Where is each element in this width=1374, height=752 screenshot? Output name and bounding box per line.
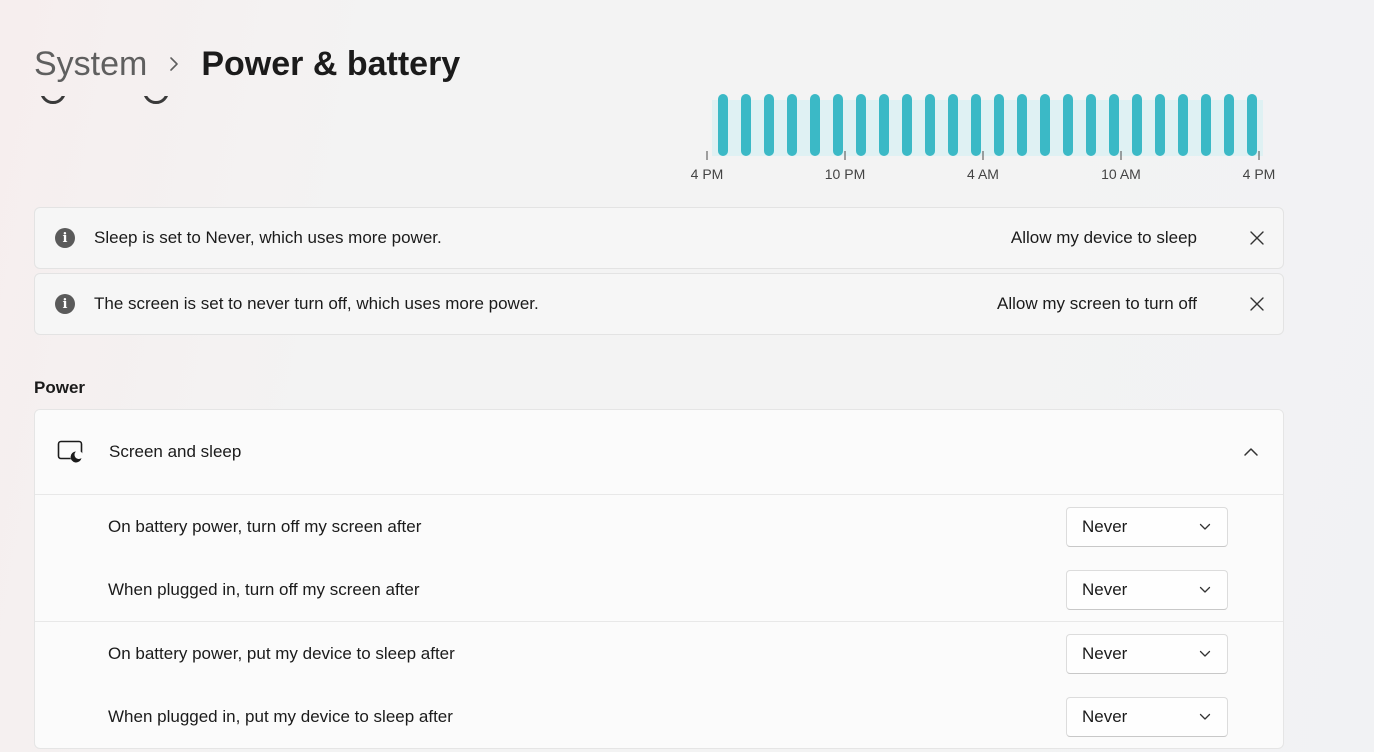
usage-bar [1063,94,1073,156]
battery-usage-chart: 4 PM 10 PM 4 AM 10 AM 4 PM [690,94,1280,190]
sleep-notice-message: Sleep is set to Never, which uses more p… [94,228,442,247]
battery-screen-off-dropdown[interactable]: Never [1066,506,1228,547]
screen-notice-message: The screen is set to never turn off, whi… [94,294,539,313]
chevron-down-icon [1199,708,1211,726]
usage-bar [787,94,797,156]
usage-bar [1040,94,1050,156]
usage-bar [1224,94,1234,156]
usage-bar [1247,94,1257,156]
usage-bar [1201,94,1211,156]
dropdown-value: Never [1082,643,1128,663]
setting-row-battery-sleep: On battery power, put my device to sleep… [35,622,1283,685]
dropdown-value: Never [1082,579,1128,599]
usage-bar [925,94,935,156]
axis-tick-label: 10 PM [824,166,866,182]
setting-label: On battery power, put my device to sleep… [108,643,455,663]
screen-and-sleep-card: Screen and sleep On battery power, turn … [34,409,1284,749]
usage-bar [971,94,981,156]
usage-bar [879,94,889,156]
usage-bar [741,94,751,156]
scrolled-off-icon [40,96,66,104]
usage-bar [1132,94,1142,156]
close-icon[interactable] [1247,294,1267,314]
usage-bar [1086,94,1096,156]
screen-sleep-icon [57,438,85,466]
usage-bar [718,94,728,156]
setting-label: When plugged in, turn off my screen afte… [108,579,420,599]
power-section-title: Power [34,378,86,397]
screen-and-sleep-header[interactable]: Screen and sleep [35,410,1283,495]
setting-row-plugged-sleep: When plugged in, put my device to sleep … [35,685,1283,748]
axis-tick-label: 4 AM [967,166,999,182]
plugged-screen-off-dropdown[interactable]: Never [1066,569,1228,610]
dropdown-value: Never [1082,516,1128,536]
axis-tick-label: 4 PM [1242,166,1276,182]
usage-bar [948,94,958,156]
screen-notice: i The screen is set to never turn off, w… [34,273,1284,335]
chevron-up-icon[interactable] [1241,442,1261,462]
usage-bar [1017,94,1027,156]
usage-bar [833,94,843,156]
scrolled-off-icon [143,96,169,104]
info-icon: i [55,228,75,248]
axis-tick-label: 4 PM [690,166,724,182]
axis-tick-label: 10 AM [1101,166,1141,182]
usage-bar [994,94,1004,156]
breadcrumb: System Power & battery [34,42,460,86]
chevron-down-icon [1199,581,1211,599]
setting-row-plugged-screen-off: When plugged in, turn off my screen afte… [35,558,1283,621]
battery-sleep-dropdown[interactable]: Never [1066,633,1228,674]
info-icon: i [55,294,75,314]
usage-bar [810,94,820,156]
allow-screen-turn-off-link[interactable]: Allow my screen to turn off [997,294,1197,314]
breadcrumb-system-link[interactable]: System [34,45,147,84]
battery-usage-bars [706,94,1263,160]
usage-bar [902,94,912,156]
setting-row-battery-screen-off: On battery power, turn off my screen aft… [35,495,1283,558]
usage-bar [856,94,866,156]
usage-bar [1109,94,1119,156]
close-icon[interactable] [1247,228,1267,248]
setting-label: When plugged in, put my device to sleep … [108,706,453,726]
chevron-right-icon [169,56,179,72]
dropdown-value: Never [1082,706,1128,726]
screen-and-sleep-title: Screen and sleep [109,442,242,461]
plugged-sleep-dropdown[interactable]: Never [1066,696,1228,737]
allow-device-sleep-link[interactable]: Allow my device to sleep [1011,228,1197,248]
usage-bar [764,94,774,156]
setting-label: On battery power, turn off my screen aft… [108,516,422,536]
usage-bar [1178,94,1188,156]
page-title: Power & battery [201,44,461,83]
usage-bar [1155,94,1165,156]
chevron-down-icon [1199,645,1211,663]
sleep-notice: i Sleep is set to Never, which uses more… [34,207,1284,269]
chevron-down-icon [1199,518,1211,536]
